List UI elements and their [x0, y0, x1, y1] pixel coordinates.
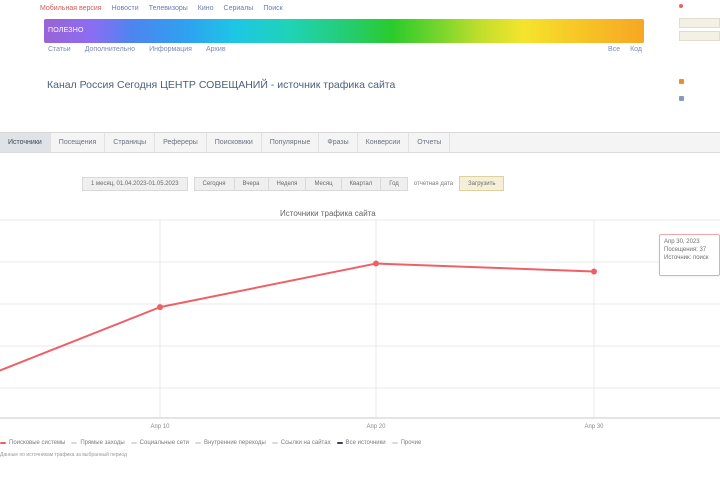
top-navigation: Мобильная версия Новости Телевизоры Кино… [40, 2, 283, 14]
sub-link-articles[interactable]: Статьи [48, 46, 71, 53]
legend-swatch-icon [271, 442, 278, 444]
preset-week[interactable]: Неделя [267, 176, 306, 191]
right-edge-panel [677, 0, 720, 120]
tab-bar: Источники Посещения Страницы Рефереры По… [0, 132, 720, 153]
traffic-chart-container: Источники трафика сайта Апр 10 Апр 20 Апр … [0, 196, 720, 466]
sub-links-left: Статьи Дополнительно Информация Архив [48, 46, 226, 53]
x-tick-label: Апр 10 [151, 424, 171, 430]
edge-panel-block-top [679, 18, 720, 28]
legend-label: Социальные сети [139, 440, 189, 446]
chart-legend: Поисковые системы Прямые заходы Социальн… [0, 437, 720, 449]
series-point-visits[interactable] [373, 260, 379, 267]
legend-label: Прямые заходы [80, 440, 125, 446]
period-selector[interactable]: 1 месяц, 01.04.2023-01.05.2023 [82, 176, 188, 191]
legend-swatch-icon [194, 442, 201, 444]
sub-link-info[interactable]: Информация [149, 46, 192, 53]
legend-label: Все источники [345, 440, 386, 446]
preset-year[interactable]: Год [380, 176, 408, 191]
top-nav-mobile-link[interactable]: Мобильная версия [40, 5, 102, 12]
sub-links-right: Все Код [608, 46, 642, 53]
traffic-line-chart[interactable]: Апр 10 Апр 20 Апр 30 [0, 196, 720, 436]
legend-swatch-icon [336, 442, 343, 444]
legend-label: Внутренние переходы [203, 440, 266, 446]
tooltip-line-2: Источник: поиск [664, 255, 709, 261]
tab-sources[interactable]: Источники [0, 133, 51, 152]
series-point-visits[interactable] [591, 268, 597, 275]
legend-item-internal[interactable]: Внутренние переходы [194, 440, 266, 446]
legend-swatch-icon [71, 442, 78, 444]
legend-item-links[interactable]: Ссылки на сайтах [271, 440, 331, 446]
page-root: Мобильная версия Новости Телевизоры Кино… [0, 0, 720, 480]
top-nav-series-link[interactable]: Сериалы [224, 5, 254, 12]
tooltip-title: Апр 30, 2023 [664, 239, 700, 245]
sub-link-archive[interactable]: Архив [206, 46, 226, 53]
preset-yesterday[interactable]: Вчера [233, 176, 268, 191]
footer-note: Данные по источникам трафика за выбранны… [0, 452, 127, 458]
blue-marker-icon [679, 96, 684, 101]
sub-link-all[interactable]: Все [608, 46, 620, 53]
top-nav-movies-link[interactable]: Кино [198, 5, 214, 12]
preset-quarter[interactable]: Квартал [340, 176, 381, 191]
load-button[interactable]: Загрузить [459, 176, 505, 191]
legend-item-social[interactable]: Социальные сети [130, 440, 189, 446]
sub-link-extra[interactable]: Дополнительно [85, 46, 135, 53]
legend-swatch-icon [391, 442, 398, 444]
category-gradient-banner[interactable] [44, 19, 644, 43]
series-point-visits[interactable] [157, 304, 163, 311]
tab-phrases[interactable]: Фразы [319, 133, 358, 152]
status-dot-icon [679, 4, 683, 8]
tab-pages[interactable]: Страницы [105, 133, 156, 152]
edge-panel-block-mid [679, 31, 720, 41]
tab-conversions[interactable]: Конверсии [358, 133, 410, 152]
preset-range-group: Сегодня Вчера Неделя Месяц Квартал Год [193, 176, 408, 191]
top-nav-search-link[interactable]: Поиск [263, 5, 282, 12]
tab-search-engines[interactable]: Поисковики [207, 133, 262, 152]
tab-popular[interactable]: Популярные [262, 133, 320, 152]
legend-item-search[interactable]: Поисковые системы [0, 440, 65, 446]
x-tick-label: Апр 30 [585, 424, 605, 430]
legend-item-all[interactable]: Все источники [336, 440, 386, 446]
top-nav-tv-link[interactable]: Телевизоры [149, 5, 188, 12]
tab-visits[interactable]: Посещения [51, 133, 106, 152]
legend-item-other[interactable]: Прочие [391, 440, 422, 446]
x-tick-label: Апр 20 [367, 424, 387, 430]
tab-referrers[interactable]: Рефереры [155, 133, 207, 152]
legend-item-direct[interactable]: Прямые заходы [71, 440, 125, 446]
date-range-controls: 1 месяц, 01.04.2023-01.05.2023 Сегодня В… [82, 176, 505, 191]
tooltip-line-1: Посещения: 37 [664, 247, 707, 253]
report-date-label: отчетная дата [413, 180, 454, 187]
legend-swatch-icon [130, 442, 137, 444]
legend-label: Ссылки на сайтах [280, 440, 331, 446]
preset-today[interactable]: Сегодня [193, 176, 234, 191]
legend-label: Поисковые системы [9, 440, 66, 446]
preset-month[interactable]: Месяц [305, 176, 341, 191]
orange-marker-icon [679, 79, 684, 84]
series-line-visits[interactable] [0, 262, 595, 372]
sub-link-code[interactable]: Код [630, 46, 642, 53]
top-nav-news-link[interactable]: Новости [112, 5, 139, 12]
page-title: Канал Россия Сегодня ЦЕНТР СОВЕЩАНИЙ - и… [47, 79, 396, 91]
chart-tooltip: Апр 30, 2023 Посещения: 37 Источник: пои… [659, 234, 720, 276]
legend-label: Прочие [400, 440, 422, 446]
tab-reports[interactable]: Отчеты [409, 133, 451, 152]
legend-swatch-icon [0, 442, 6, 444]
